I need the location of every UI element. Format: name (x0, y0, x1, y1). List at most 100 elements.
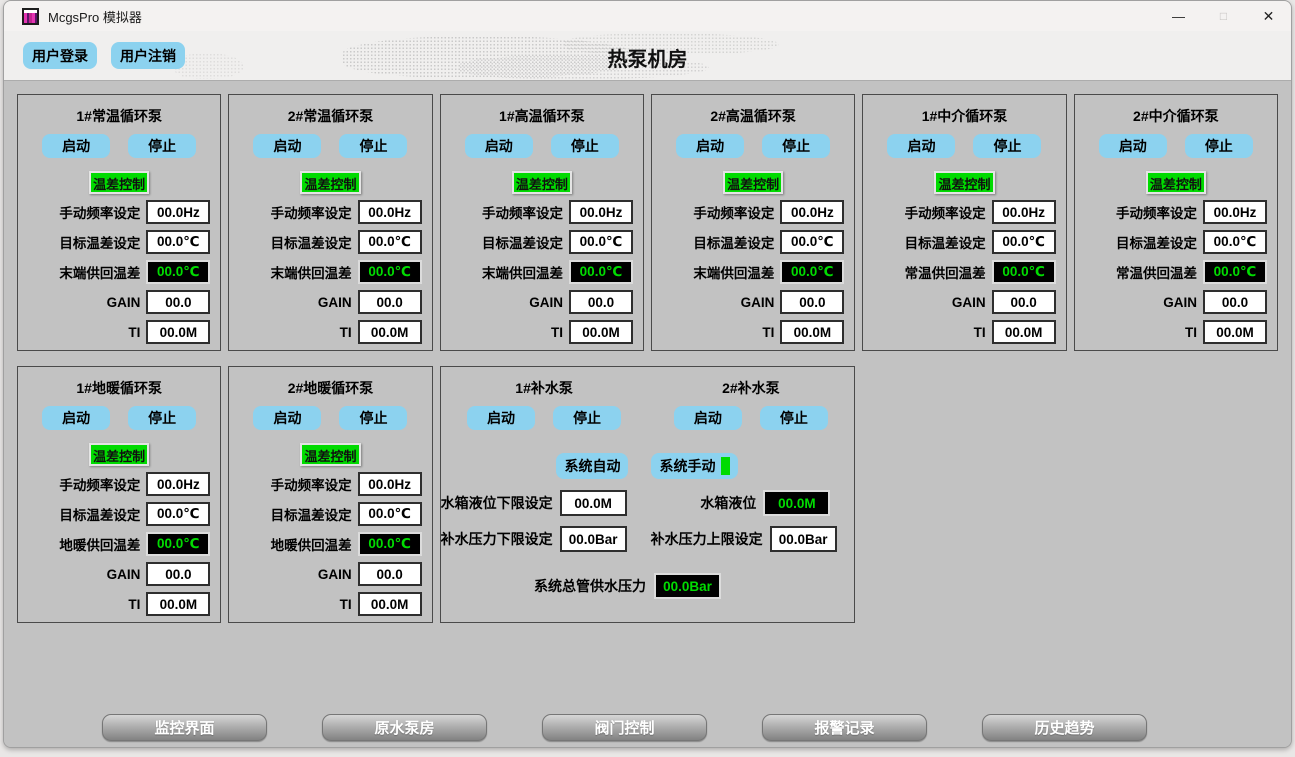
temp-diff-control-button[interactable]: 温差控制 (723, 171, 783, 194)
temp-diff-control-button[interactable]: 温差控制 (89, 171, 149, 194)
field-input-box[interactable]: 00.0M (992, 320, 1056, 344)
field-input-box[interactable]: 00.0Hz (146, 472, 210, 496)
field-input-box[interactable]: 00.0℃ (358, 502, 422, 526)
stop-button[interactable]: 停止 (128, 406, 196, 430)
stop-button[interactable]: 停止 (762, 134, 830, 158)
field-row: 末端供回温差 00.0℃ (652, 260, 854, 284)
start-button[interactable]: 启动 (42, 134, 110, 158)
field-label: 手动频率设定 (59, 202, 140, 222)
start-stop-row: 启动 停止 (647, 406, 854, 430)
field-input-box[interactable]: 00.0Hz (992, 200, 1056, 224)
field-input-box[interactable]: 00.0M (146, 320, 210, 344)
pump-title: 2#中介循环泵 (1075, 108, 1277, 125)
field-input-box[interactable]: 00.0M (146, 592, 210, 616)
water-pump-1-start-button[interactable]: 启动 (467, 406, 535, 430)
stop-button[interactable]: 停止 (1185, 134, 1253, 158)
field-input-box[interactable]: 00.0Hz (780, 200, 844, 224)
stop-button[interactable]: 停止 (128, 134, 196, 158)
water-pump-columns: 1#补水泵 启动 停止 2#补水泵 启动 停止 (441, 367, 855, 430)
field-row: TI 00.0M (1075, 320, 1277, 344)
pump-panel-6: 2#中介循环泵 启动 停止 温差控制 手动频率设定 00.0Hz 目标温差设定 … (1074, 94, 1278, 351)
total-supply-pressure-display: 00.0Bar (654, 573, 721, 599)
field-input-box[interactable]: 00.0℃ (1203, 230, 1267, 254)
nav-alarm-records-button[interactable]: 报警记录 (762, 714, 927, 741)
start-button[interactable]: 启动 (253, 406, 321, 430)
field-input-box[interactable]: 00.0 (358, 290, 422, 314)
system-manual-button[interactable]: 系统手动 (651, 453, 738, 479)
field-row: 目标温差设定 00.0℃ (863, 230, 1065, 254)
nav-history-trends-button[interactable]: 历史趋势 (982, 714, 1147, 741)
start-stop-row: 启动 停止 (229, 134, 431, 158)
tank-level-low-limit-input[interactable]: 00.0M (560, 490, 627, 516)
stop-button[interactable]: 停止 (551, 134, 619, 158)
makeup-pressure-low-limit-input[interactable]: 00.0Bar (560, 526, 627, 552)
field-label: 末端供回温差 (59, 262, 140, 282)
field-input-box[interactable]: 00.0℃ (358, 230, 422, 254)
nav-raw-water-pump-room-button[interactable]: 原水泵房 (322, 714, 487, 741)
makeup-pressure-high-limit-input[interactable]: 00.0Bar (770, 526, 837, 552)
title-bar: McgsPro 模拟器 — □ ✕ (4, 1, 1291, 31)
temp-diff-control-button[interactable]: 温差控制 (934, 171, 994, 194)
field-input-box[interactable]: 00.0 (146, 562, 210, 586)
field-display-box: 00.0℃ (992, 260, 1056, 284)
water-pump-2-stop-button[interactable]: 停止 (760, 406, 828, 430)
field-input-box[interactable]: 00.0Hz (569, 200, 633, 224)
system-auto-button[interactable]: 系统自动 (556, 453, 628, 479)
field-input-box[interactable]: 00.0 (780, 290, 844, 314)
field-input-box[interactable]: 00.0M (780, 320, 844, 344)
stop-button[interactable]: 停止 (973, 134, 1041, 158)
start-button[interactable]: 启动 (253, 134, 321, 158)
bottom-nav: 监控界面 原水泵房 阀门控制 报警记录 历史趋势 (17, 714, 1278, 741)
water-pump-2-title: 2#补水泵 (647, 380, 854, 397)
field-input-box[interactable]: 00.0Hz (358, 472, 422, 496)
field-input-box[interactable]: 00.0 (1203, 290, 1267, 314)
minimize-button[interactable]: — (1156, 1, 1201, 31)
temp-diff-control-button[interactable]: 温差控制 (512, 171, 572, 194)
field-row: GAIN 00.0 (863, 290, 1065, 314)
start-button[interactable]: 启动 (676, 134, 744, 158)
nav-valve-control-button[interactable]: 阀门控制 (542, 714, 707, 741)
field-display-box: 00.0℃ (146, 532, 210, 556)
water-pump-1-stop-button[interactable]: 停止 (553, 406, 621, 430)
field-input-box[interactable]: 00.0M (358, 320, 422, 344)
field-label: 末端供回温差 (271, 262, 352, 282)
field-input-box[interactable]: 00.0Hz (1203, 200, 1267, 224)
field-row: 手动频率设定 00.0Hz (441, 200, 643, 224)
water-pump-2-start-button[interactable]: 启动 (674, 406, 742, 430)
field-input-box[interactable]: 00.0℃ (992, 230, 1056, 254)
temp-diff-control-button[interactable]: 温差控制 (300, 171, 360, 194)
start-button[interactable]: 启动 (465, 134, 533, 158)
stop-button[interactable]: 停止 (339, 406, 407, 430)
field-label: TI (128, 597, 140, 612)
pump-title: 2#地暖循环泵 (229, 380, 431, 397)
temp-diff-control-button[interactable]: 温差控制 (300, 443, 360, 466)
field-input-box[interactable]: 00.0M (569, 320, 633, 344)
field-row: GAIN 00.0 (1075, 290, 1277, 314)
field-row: 手动频率设定 00.0Hz (863, 200, 1065, 224)
field-row: 末端供回温差 00.0℃ (441, 260, 643, 284)
field-input-box[interactable]: 00.0 (569, 290, 633, 314)
temp-diff-control-button[interactable]: 温差控制 (1146, 171, 1206, 194)
field-input-box[interactable]: 00.0M (358, 592, 422, 616)
field-label: GAIN (318, 295, 352, 310)
nav-monitor-screen-button[interactable]: 监控界面 (102, 714, 267, 741)
field-input-box[interactable]: 00.0 (358, 562, 422, 586)
field-input-box[interactable]: 00.0 (146, 290, 210, 314)
start-stop-row: 启动 停止 (229, 406, 431, 430)
field-input-box[interactable]: 00.0℃ (569, 230, 633, 254)
field-label: 水箱液位下限设定 (441, 493, 553, 513)
field-input-box[interactable]: 00.0Hz (146, 200, 210, 224)
start-button[interactable]: 启动 (42, 406, 110, 430)
close-button[interactable]: ✕ (1246, 1, 1291, 31)
temp-diff-control-button[interactable]: 温差控制 (89, 443, 149, 466)
field-input-box[interactable]: 00.0 (992, 290, 1056, 314)
stop-button[interactable]: 停止 (339, 134, 407, 158)
field-input-box[interactable]: 00.0℃ (780, 230, 844, 254)
field-input-box[interactable]: 00.0℃ (146, 502, 210, 526)
field-input-box[interactable]: 00.0M (1203, 320, 1267, 344)
field-input-box[interactable]: 00.0℃ (146, 230, 210, 254)
field-row: 目标温差设定 00.0℃ (652, 230, 854, 254)
field-input-box[interactable]: 00.0Hz (358, 200, 422, 224)
start-button[interactable]: 启动 (887, 134, 955, 158)
start-button[interactable]: 启动 (1099, 134, 1167, 158)
